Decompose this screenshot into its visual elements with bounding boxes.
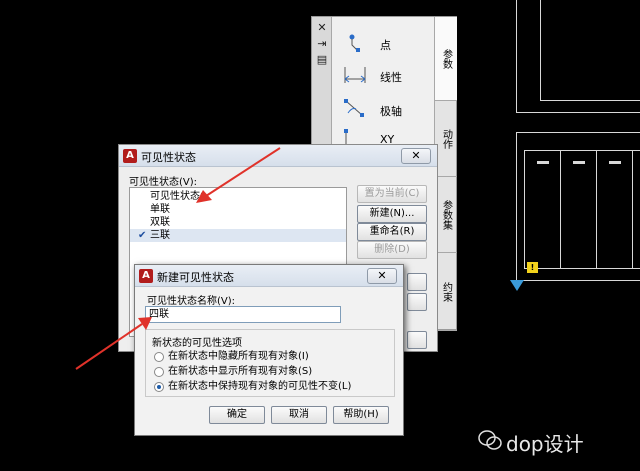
- wechat-icon: [478, 430, 502, 450]
- arrow-head-icon: [196, 190, 212, 203]
- arrow-head-icon: [138, 317, 152, 330]
- annotation-arrow: [205, 147, 281, 197]
- watermark-text: dop设计: [506, 432, 584, 456]
- annotation-arrow: [75, 323, 143, 370]
- annotation-arrows: [75, 147, 281, 370]
